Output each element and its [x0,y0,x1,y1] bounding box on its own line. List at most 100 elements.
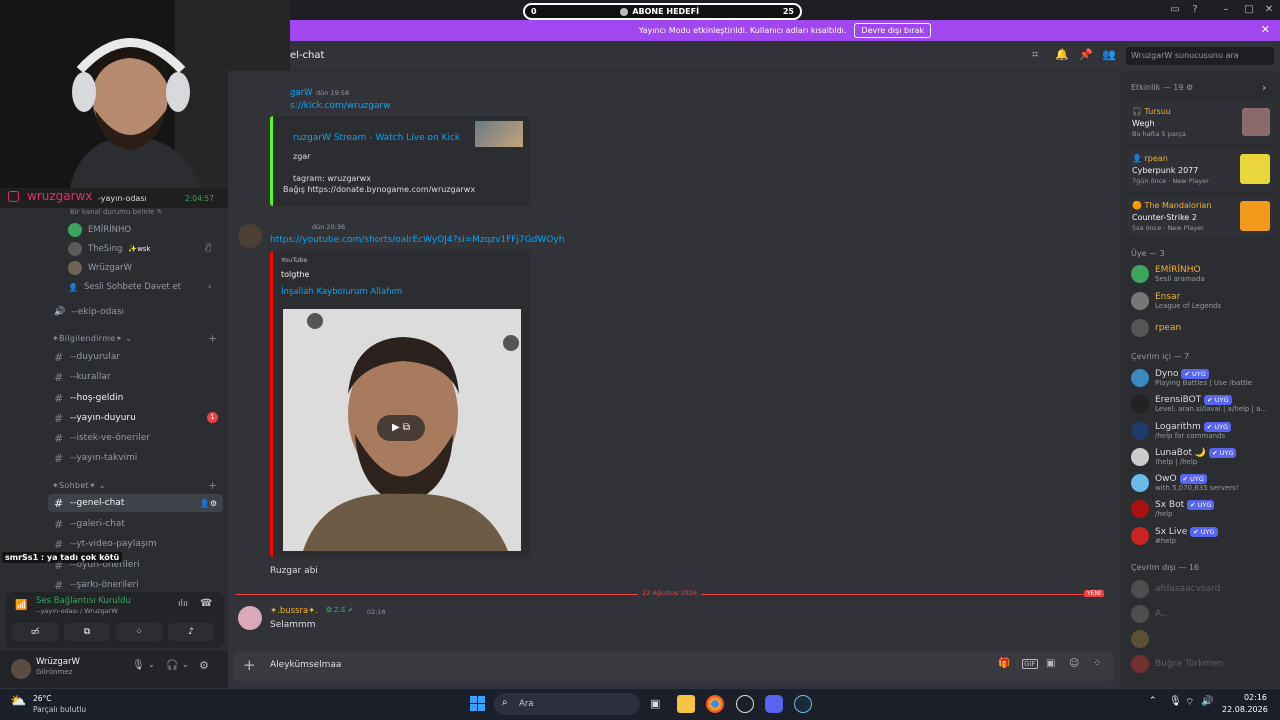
chrome-icon[interactable] [706,695,724,713]
activity-card[interactable]: 🟠 The Mandalorian Counter-Strike 2 5sa ö… [1128,196,1272,238]
activity-user[interactable]: 👤 rpean [1132,154,1168,163]
embed-thumbnail[interactable] [475,121,523,147]
channel-yayin-duyuru[interactable]: # --yayın-duyuru [48,409,223,427]
activities-button[interactable]: ⁘ [116,623,162,641]
activity-user[interactable]: 🟠 The Mandalorian [1132,201,1211,210]
activity-user[interactable]: 🎧 Tursuu [1132,107,1171,116]
avatar[interactable] [238,606,262,630]
embed-title[interactable]: ruzgarW Stream - Watch Live on Kick [293,133,460,143]
obs-icon[interactable] [736,695,754,713]
embed-title[interactable]: İnşallah Kaybolurum Allahım [281,287,402,297]
message-author[interactable]: ✦.bussra✦. [270,606,318,616]
wifi-icon[interactable]: ⌔ [1185,696,1194,709]
voice-connected-sub[interactable]: --yayın-odası / WruzgarW [36,607,118,615]
gif-icon[interactable]: GIF [1022,659,1038,669]
gift-icon[interactable]: 🎁 [998,658,1010,669]
channel-duyurular[interactable]: # --duyurular [48,348,223,366]
category-sohbet[interactable]: ✶Sohbet✶ ⌄ [52,481,106,490]
voice-user[interactable]: WrüzgarW [68,260,132,276]
embed-author[interactable]: tolgthe [281,270,309,279]
camera-off-button[interactable]: ▭̸ [12,623,58,641]
screen-share-button[interactable]: ⧉ [64,623,110,641]
channel-istek-ve-oneriler[interactable]: # --istek-ve-öneriler [48,429,223,447]
mic-tray-icon[interactable]: 🎙 [1169,696,1182,707]
start-icon[interactable] [470,696,485,711]
headphones-icon[interactable]: 🎧 [166,660,178,671]
clock-date[interactable]: 22.08.2026 [1222,705,1268,714]
weather-icon[interactable]: ⛅ [10,694,26,709]
channel-yayin-takvimi[interactable]: # --yayın-takvimi [48,449,223,467]
channel-hos-geldin[interactable]: # --hoş-geldin [48,389,223,407]
channel-galeri-chat[interactable]: # --galeri-chat [48,515,223,533]
message-input[interactable]: Aleykümselmaa [270,660,341,670]
activity-card[interactable]: 👤 rpean Cyberpunk 2077 7gün önce · New P… [1128,149,1272,191]
close-window-button[interactable]: ✕ [1262,3,1276,17]
activity-card[interactable]: 🎧 Tursuu Wegh Bu hafta 5 parça [1128,102,1272,144]
chevron-down-icon[interactable]: ⌄ [182,660,189,669]
file-explorer-icon[interactable] [677,695,695,713]
member-item[interactable]: EMİRİNHO Sesli aramada [1131,265,1205,283]
member-item[interactable]: ErensiBOT ✔ UYG Level: aran.si/laval | a/h… [1131,395,1267,413]
close-banner-icon[interactable]: ✕ [1261,23,1270,36]
volume-icon[interactable]: 🔊 [1201,696,1213,707]
member-item[interactable]: LunaBot 🌙 ✔ UYG !help | /help [1131,448,1237,466]
voice-channel-name[interactable]: -yayın-odası [98,194,147,203]
search-input[interactable]: WruzgarW sunucusunu ara [1126,47,1274,65]
threads-icon[interactable]: ⌗ [1032,48,1038,62]
member-item[interactable]: rpean [1131,319,1181,337]
message-link[interactable]: https://youtube.com/shorts/oalrEcWyOJ4?s… [270,235,564,245]
username[interactable]: WrüzgarW [36,657,80,667]
avatar[interactable] [238,224,262,248]
play-button[interactable]: ▶ ⧉ [377,415,425,441]
member-item[interactable]: Ensar League of Legends [1131,292,1221,310]
minimize-button[interactable]: – [1219,3,1233,17]
inbox-icon[interactable]: ▭ [1168,3,1182,17]
tray-chevron-icon[interactable]: ⌃ [1149,696,1157,706]
pin-icon[interactable]: 📌 [1079,48,1093,61]
steam-icon[interactable] [794,695,812,713]
discord-icon[interactable] [765,695,783,713]
disable-streamer-mode-button[interactable]: Devre dışı bırak [854,23,932,38]
add-channel-icon[interactable]: + [208,479,217,492]
soundwave-icon[interactable]: ılıı [178,599,188,609]
chevron-right-icon[interactable]: › [1262,81,1266,94]
channel-kurallar[interactable]: # --kurallar [48,368,223,386]
taskbar-search[interactable]: ⌕ Ara [494,693,640,715]
member-item[interactable]: Sx Bot ✔ UYG/help [1131,500,1215,518]
voice-user[interactable]: TheSing ✨wsk [68,241,151,257]
member-item[interactable]: A... [1131,605,1170,623]
message-author[interactable]: garW [290,88,313,98]
bell-icon[interactable]: 🔔 [1055,48,1069,61]
channel-genel-chat[interactable]: # --genel-chat 👤⚙ [48,494,223,512]
weather-temp[interactable]: 26°C [33,694,52,703]
video-thumbnail[interactable]: ▶ ⧉ [283,309,521,551]
member-item[interactable]: Sx Live ✔ UYG #help [1131,527,1218,545]
mic-icon[interactable]: 🎙 [132,660,145,671]
member-item[interactable] [1131,630,1155,648]
disconnect-icon[interactable]: ☎ [200,598,212,609]
add-attachment-icon[interactable]: + [243,656,256,674]
avatar[interactable] [11,659,31,679]
channel-yt-video-paylasim[interactable]: # --yt-video-paylaşım [48,535,223,553]
task-view-icon[interactable]: ▣ [650,697,660,710]
maximize-button[interactable]: □ [1242,3,1256,17]
add-channel-icon[interactable]: + [208,332,217,345]
apps-icon[interactable]: ⁘ [1093,658,1101,669]
member-item[interactable]: afdasaacvsard [1131,580,1220,598]
gear-icon[interactable]: ⚙ [199,659,209,672]
message-link[interactable]: s://kick.com/wruzgarw [290,101,391,111]
member-item[interactable]: Logarithm ✔ UYG/help for commands [1131,422,1232,440]
voice-user[interactable]: EMİRİNHO [68,222,131,238]
settings-icon[interactable]: 👤⚙ [200,499,217,508]
help-icon[interactable]: ? [1188,3,1202,17]
sticker-icon[interactable]: ▣ [1046,658,1055,669]
emoji-icon[interactable]: ☺ [1069,658,1079,669]
member-item[interactable]: Buğra Törkmen [1131,655,1223,673]
voice-status-prompt[interactable]: Bir kanal durumu belirle ✎ [70,208,163,216]
member-item[interactable]: Dyno ✔ UYG Playing Battles | Use /battle [1131,369,1252,387]
member-list-icon[interactable]: 👥 [1102,48,1116,61]
clock-time[interactable]: 02:16 [1229,693,1267,702]
voice-invite[interactable]: 👤 Sesli Sohbete Davet et › [68,279,211,295]
weather-desc[interactable]: Parçalı bulutlu [33,705,86,714]
member-item[interactable]: OwO ✔ UYG with 5,070,635 servers! [1131,474,1239,492]
